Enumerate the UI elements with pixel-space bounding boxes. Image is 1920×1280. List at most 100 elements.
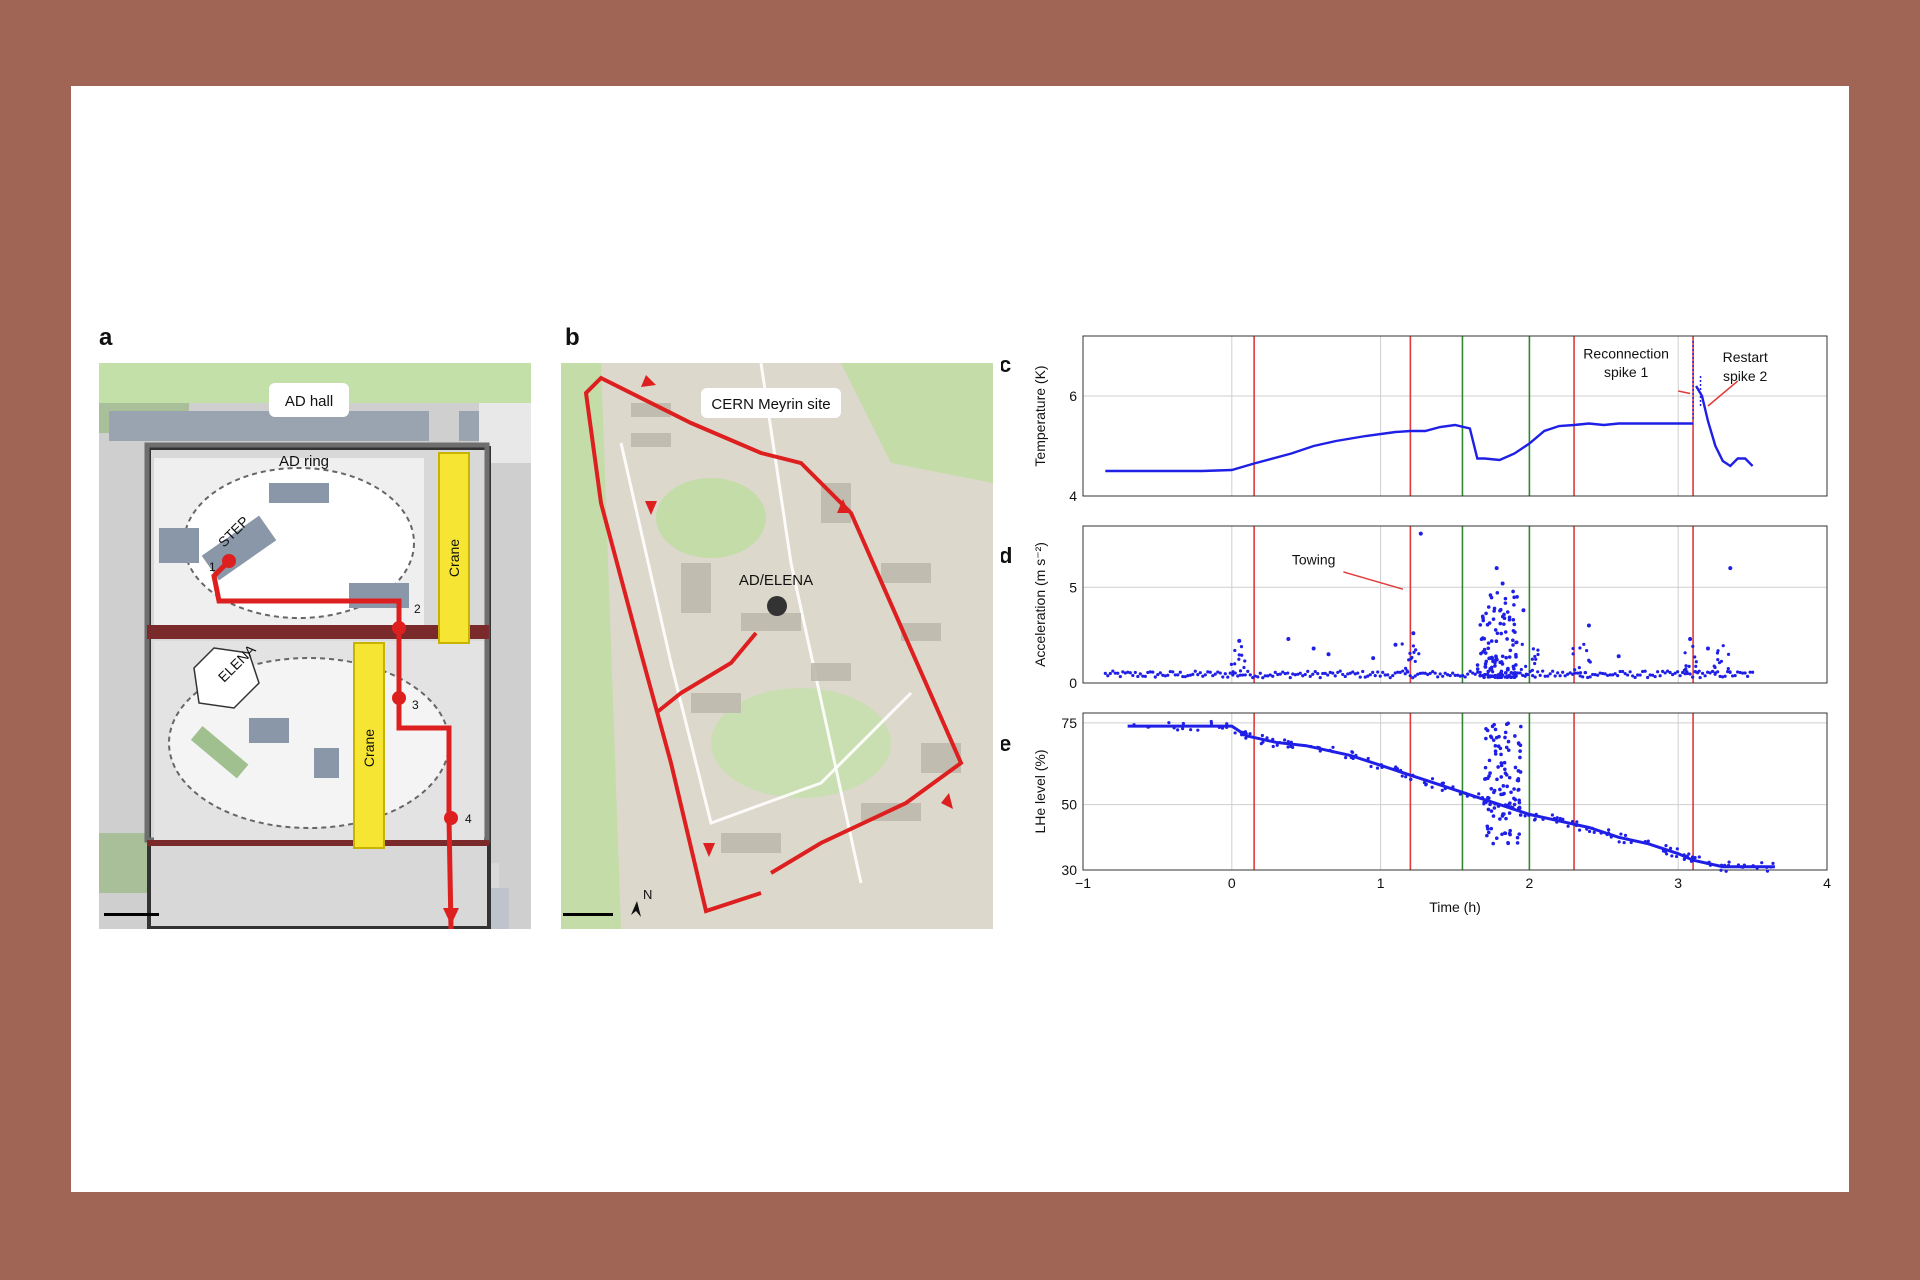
lhe-cluster-point [1496,804,1501,808]
accel-point [1208,670,1212,674]
chart-c: 4 6 Temperature (K) Reconnection spike 1 Rest… [1032,335,1828,504]
x-tick-label: −1 [1075,875,1091,891]
accel-point [1558,674,1562,678]
y-axis-label: LHe level (%) [1032,749,1048,833]
meyrin-site-map: CERN Meyrin site AD/ELENA N [561,363,993,929]
accel-cluster-point [1475,663,1480,667]
accel-point [1358,675,1362,679]
lhe-point [1239,730,1243,735]
accel-point [1408,674,1412,678]
lhe-point [1769,865,1773,869]
accel-point [1587,659,1591,663]
accel-point [1585,648,1589,653]
accel-point [1571,652,1575,656]
x-tick-label: 3 [1674,875,1682,891]
lhe-cluster-point [1510,806,1515,810]
accel-point [1678,674,1682,678]
lhe-cluster-point [1491,841,1496,846]
lhe-point [1697,855,1701,859]
lhe-point [1555,820,1559,824]
accel-point [1561,670,1565,674]
lhe-point [1765,869,1770,873]
accel-point [1536,670,1540,674]
annotation-arrow [1678,390,1691,395]
accel-point [1242,665,1246,670]
accel-cluster-point [1481,618,1486,623]
lhe-point [1585,827,1589,831]
accel-point [1171,670,1175,674]
chart-e: 305075LHe level (%)−1 0 1 2 3 4Time (h) [1032,712,1831,915]
accel-point [1338,669,1342,673]
lhe-cluster-point [1488,771,1492,775]
accel-point [1371,670,1375,674]
accel-point [1178,670,1182,674]
lhe-cluster-point [1515,841,1520,845]
lhe-point [1527,813,1531,817]
accel-point [1226,675,1230,679]
point-label-4: 4 [465,812,472,826]
accel-point [1581,675,1585,679]
lhe-point [1590,826,1594,830]
lhe-cluster-point [1513,734,1517,738]
accel-point [1368,673,1372,677]
lhe-point [1271,744,1275,749]
accel-point [1408,651,1412,655]
x-tick-label: 0 [1228,875,1236,891]
accel-point [1111,669,1115,673]
accel-point [1536,652,1540,657]
accel-point [1106,674,1110,678]
accel-cluster-point [1502,622,1506,626]
accel-point [1656,670,1660,674]
accel-cluster-point [1512,622,1517,627]
lhe-point [1682,853,1686,857]
ad-elena-marker [767,596,787,616]
lhe-cluster-point [1489,809,1494,813]
accel-point [1628,670,1632,674]
lhe-point [1587,829,1592,834]
accel-point [1303,672,1307,677]
accel-point [1726,652,1731,656]
lhe-point [1265,736,1269,740]
panel-label-e: e [1001,731,1011,756]
accel-point [1386,673,1390,677]
lhe-cluster-point [1498,787,1502,792]
accel-point [1318,676,1322,680]
accel-spike [1500,581,1505,586]
accel-cluster-point [1502,612,1506,617]
lhe-cluster-point [1508,832,1512,837]
accel-point [1413,659,1417,664]
accel-point [1351,670,1355,674]
x-tick-label: 2 [1526,875,1534,891]
accel-point [1243,673,1247,677]
accel-point [1258,671,1262,675]
accel-point [1326,673,1330,677]
lhe-point [1147,725,1151,729]
lhe-point [1623,833,1628,837]
accel-point [1237,657,1241,661]
lhe-point [1233,731,1237,735]
accel-point [1518,671,1522,675]
lhe-point [1771,861,1775,865]
accel-point [1233,662,1237,666]
lhe-cluster-point [1519,724,1523,729]
accel-point [1658,674,1662,678]
lhe-cluster-point [1499,752,1503,757]
accel-point [1103,671,1107,675]
lhe-point [1354,753,1358,757]
temperature-series-2 [1695,385,1754,468]
route-point-3 [392,691,406,705]
accel-cluster-point [1489,668,1494,672]
crane-beam-top [147,625,489,639]
lhe-cluster-point [1503,735,1507,740]
accel-point [1158,671,1162,675]
lhe-cluster-point [1486,807,1491,812]
lhe-point [1291,745,1295,750]
lhe-cluster-point [1516,777,1521,781]
lhe-cluster-point [1505,784,1509,789]
lhe-cluster-point [1492,722,1496,727]
accel-cluster-point [1479,651,1483,656]
lhe-point [1366,756,1370,761]
accel-cluster-point [1478,673,1482,678]
accel-cluster-point [1515,595,1519,599]
accel-point [1288,675,1292,680]
